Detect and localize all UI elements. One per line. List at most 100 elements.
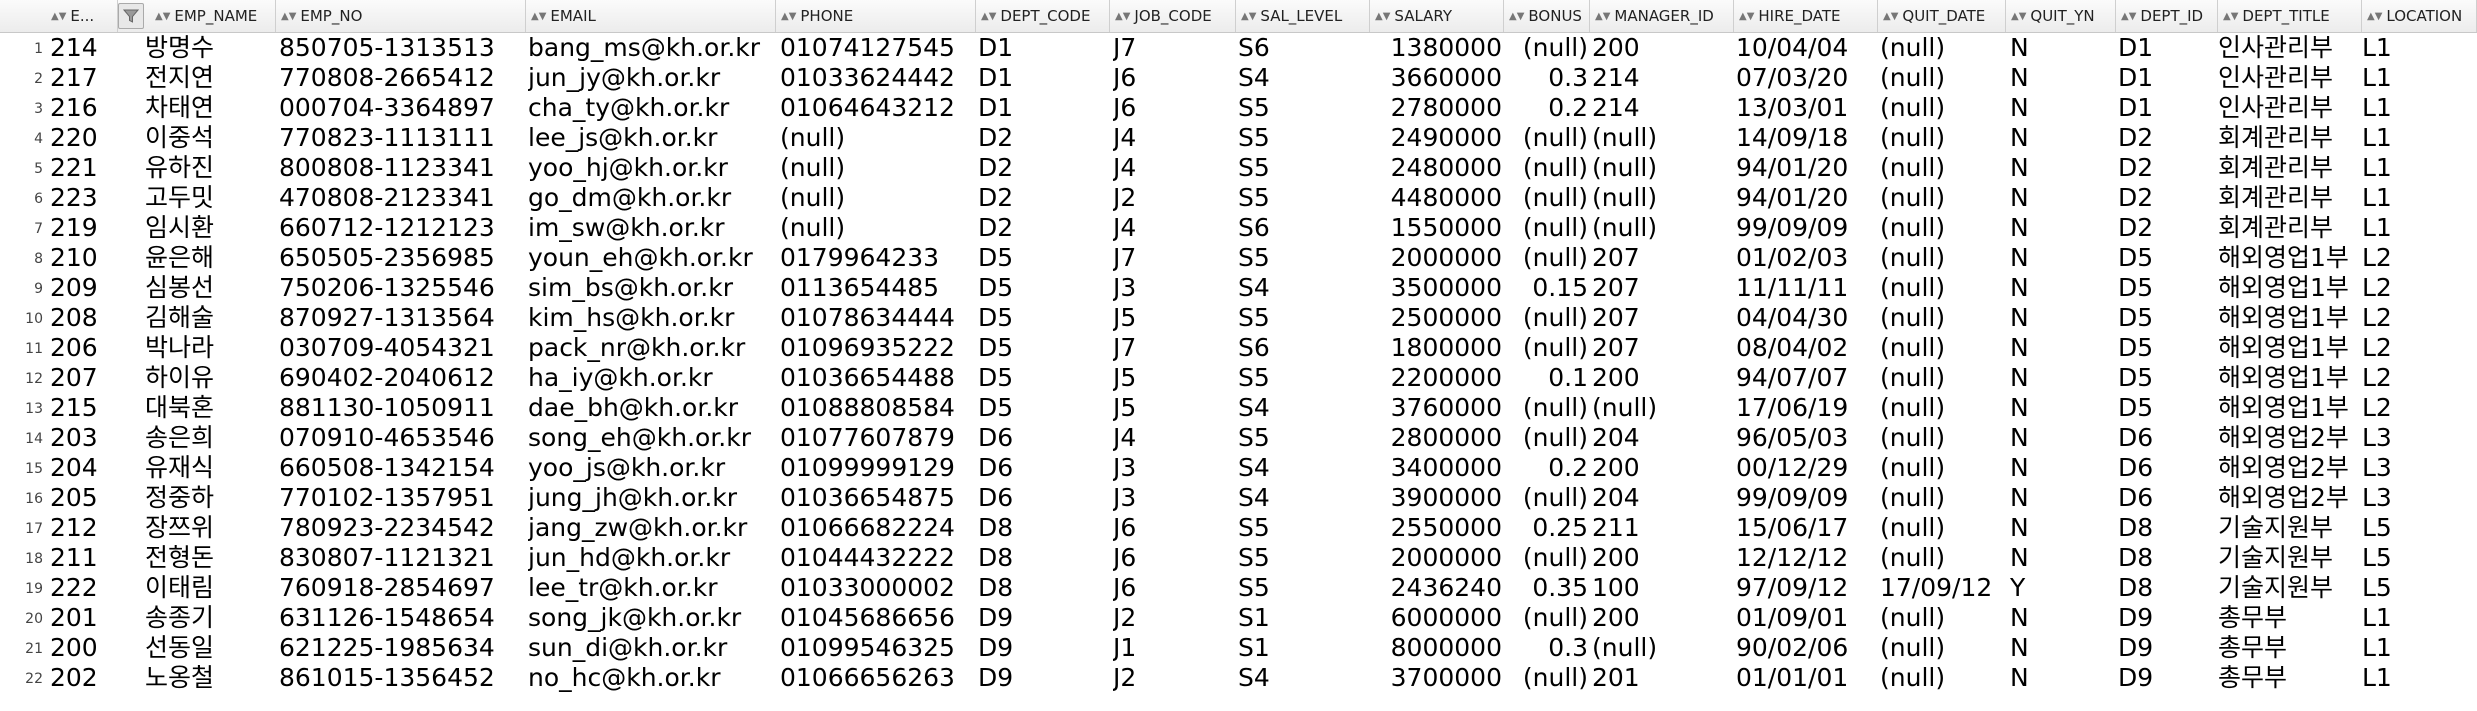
cell-location-id[interactable]: L1	[2362, 183, 2477, 213]
cell-quit-date[interactable]: (null)	[1880, 273, 2006, 303]
cell-phone[interactable]: 01045686656	[780, 603, 976, 633]
cell-emp-no[interactable]: 000704-3364897	[279, 93, 525, 123]
cell-manager-id[interactable]: 214	[1592, 63, 1732, 93]
cell-phone[interactable]: 01036654875	[780, 483, 976, 513]
sort-icon[interactable]: ▲▼	[1883, 11, 1898, 22]
cell-dept-title[interactable]: 해외영업1부	[2218, 333, 2358, 363]
column-header-manager-id[interactable]: ▲▼ MANAGER_ID	[1590, 0, 1734, 32]
column-header-emp-name[interactable]: ▲▼ EMP_NAME	[150, 0, 276, 32]
cell-dept-id[interactable]: D1	[2118, 63, 2216, 93]
cell-emp-no[interactable]: 870927-1313564	[279, 303, 525, 333]
cell-phone[interactable]: 01066682224	[780, 513, 976, 543]
cell-email[interactable]: sim_bs@kh.or.kr	[528, 273, 776, 303]
cell-location-id[interactable]: L3	[2362, 453, 2477, 483]
table-row[interactable]: 12 207 하이유 690402-2040612 ha_iy@kh.or.kr 0103…	[0, 363, 2477, 393]
cell-quit-date[interactable]: (null)	[1880, 363, 2006, 393]
cell-quit-yn[interactable]: N	[2010, 273, 2114, 303]
sort-icon[interactable]: ▲▼	[155, 11, 170, 22]
cell-job-code[interactable]: J6	[1113, 543, 1233, 573]
cell-emp-no[interactable]: 030709-4054321	[279, 333, 525, 363]
cell-dept-title[interactable]: 해외영업1부	[2218, 303, 2358, 333]
table-row[interactable]: 5 221 유하진 800808-1123341 yoo_hj@kh.or.kr (nul…	[0, 153, 2477, 183]
cell-salary[interactable]: 2550000	[1372, 513, 1502, 543]
sort-icon[interactable]: ▲▼	[1375, 11, 1390, 22]
cell-salary[interactable]: 8000000	[1372, 633, 1502, 663]
cell-quit-date[interactable]: (null)	[1880, 63, 2006, 93]
cell-email[interactable]: jung_jh@kh.or.kr	[528, 483, 776, 513]
cell-quit-date[interactable]: (null)	[1880, 153, 2006, 183]
cell-dept-title[interactable]: 해외영업2부	[2218, 423, 2358, 453]
column-header-location-id[interactable]: ▲▼ LOCATION	[2362, 0, 2477, 32]
cell-quit-yn[interactable]: N	[2010, 93, 2114, 123]
cell-dept-code[interactable]: D2	[978, 213, 1108, 243]
cell-dept-code[interactable]: D8	[978, 543, 1108, 573]
cell-quit-date[interactable]: (null)	[1880, 183, 2006, 213]
cell-email[interactable]: lee_js@kh.or.kr	[528, 123, 776, 153]
cell-hire-date[interactable]: 12/12/12	[1736, 543, 1876, 573]
cell-email[interactable]: go_dm@kh.or.kr	[528, 183, 776, 213]
cell-hire-date[interactable]: 14/09/18	[1736, 123, 1876, 153]
cell-bonus[interactable]: (null)	[1506, 603, 1588, 633]
cell-dept-id[interactable]: D5	[2118, 273, 2216, 303]
cell-hire-date[interactable]: 97/09/12	[1736, 573, 1876, 603]
cell-quit-yn[interactable]: N	[2010, 393, 2114, 423]
cell-manager-id[interactable]: 100	[1592, 573, 1732, 603]
sort-icon[interactable]: ▲▼	[281, 11, 296, 22]
column-header-quit-date[interactable]: ▲▼ QUIT_DATE	[1878, 0, 2006, 32]
cell-dept-id[interactable]: D8	[2118, 513, 2216, 543]
cell-email[interactable]: sun_di@kh.or.kr	[528, 633, 776, 663]
cell-dept-title[interactable]: 해외영업1부	[2218, 363, 2358, 393]
column-header-job-code[interactable]: ▲▼ JOB_CODE	[1110, 0, 1236, 32]
cell-dept-id[interactable]: D1	[2118, 93, 2216, 123]
table-row[interactable]: 17 212 장쯔위 780923-2234542 jang_zw@kh.or.kr 01…	[0, 513, 2477, 543]
cell-manager-id[interactable]: 207	[1592, 333, 1732, 363]
column-header-sal-level[interactable]: ▲▼ SAL_LEVEL	[1236, 0, 1370, 32]
cell-sal-level[interactable]: S1	[1238, 633, 1368, 663]
cell-dept-code[interactable]: D6	[978, 453, 1108, 483]
cell-phone[interactable]: 01033624442	[780, 63, 976, 93]
cell-job-code[interactable]: J6	[1113, 63, 1233, 93]
cell-salary[interactable]: 3500000	[1372, 273, 1502, 303]
cell-location-id[interactable]: L2	[2362, 393, 2477, 423]
cell-emp-id[interactable]: 205	[50, 483, 142, 513]
table-row[interactable]: 10 208 김해술 870927-1313564 kim_hs@kh.or.kr 010…	[0, 303, 2477, 333]
cell-salary[interactable]: 1800000	[1372, 333, 1502, 363]
result-grid[interactable]: ▲▼ E... ▲▼ EMP_NAME ▲▼ EMP_NO ▲▼ EMAIL ▲▼ PHONE ▲▼…	[0, 0, 2477, 711]
cell-phone[interactable]: 01033000002	[780, 573, 976, 603]
cell-sal-level[interactable]: S5	[1238, 93, 1368, 123]
cell-hire-date[interactable]: 94/01/20	[1736, 153, 1876, 183]
column-header-salary[interactable]: ▲▼ SALARY	[1370, 0, 1504, 32]
cell-dept-title[interactable]: 회계관리부	[2218, 153, 2358, 183]
cell-bonus[interactable]: 0.15	[1506, 273, 1588, 303]
cell-hire-date[interactable]: 96/05/03	[1736, 423, 1876, 453]
cell-location-id[interactable]: L1	[2362, 33, 2477, 63]
cell-dept-code[interactable]: D2	[978, 183, 1108, 213]
cell-emp-no[interactable]: 861015-1356452	[279, 663, 525, 693]
cell-phone[interactable]: 01096935222	[780, 333, 976, 363]
cell-dept-id[interactable]: D6	[2118, 483, 2216, 513]
cell-sal-level[interactable]: S5	[1238, 153, 1368, 183]
cell-location-id[interactable]: L2	[2362, 273, 2477, 303]
sort-icon[interactable]: ▲▼	[1595, 11, 1610, 22]
cell-location-id[interactable]: L2	[2362, 303, 2477, 333]
cell-bonus[interactable]: (null)	[1506, 543, 1588, 573]
cell-job-code[interactable]: J5	[1113, 303, 1233, 333]
sort-icon[interactable]: ▲▼	[2223, 11, 2238, 22]
cell-hire-date[interactable]: 10/04/04	[1736, 33, 1876, 63]
cell-email[interactable]: no_hc@kh.or.kr	[528, 663, 776, 693]
cell-dept-title[interactable]: 해외영업1부	[2218, 273, 2358, 303]
cell-emp-id[interactable]: 200	[50, 633, 142, 663]
cell-dept-title[interactable]: 총무부	[2218, 663, 2358, 693]
table-row[interactable]: 9 209 심봉선 750206-1325546 sim_bs@kh.or.kr 0113…	[0, 273, 2477, 303]
cell-emp-id[interactable]: 210	[50, 243, 142, 273]
cell-sal-level[interactable]: S4	[1238, 63, 1368, 93]
cell-sal-level[interactable]: S5	[1238, 243, 1368, 273]
cell-salary[interactable]: 3400000	[1372, 453, 1502, 483]
cell-hire-date[interactable]: 07/03/20	[1736, 63, 1876, 93]
cell-quit-yn[interactable]: N	[2010, 333, 2114, 363]
table-row[interactable]: 16 205 정중하 770102-1357951 jung_jh@kh.or.kr 01…	[0, 483, 2477, 513]
cell-salary[interactable]: 2480000	[1372, 153, 1502, 183]
cell-job-code[interactable]: J2	[1113, 183, 1233, 213]
cell-sal-level[interactable]: S4	[1238, 393, 1368, 423]
cell-sal-level[interactable]: S5	[1238, 363, 1368, 393]
